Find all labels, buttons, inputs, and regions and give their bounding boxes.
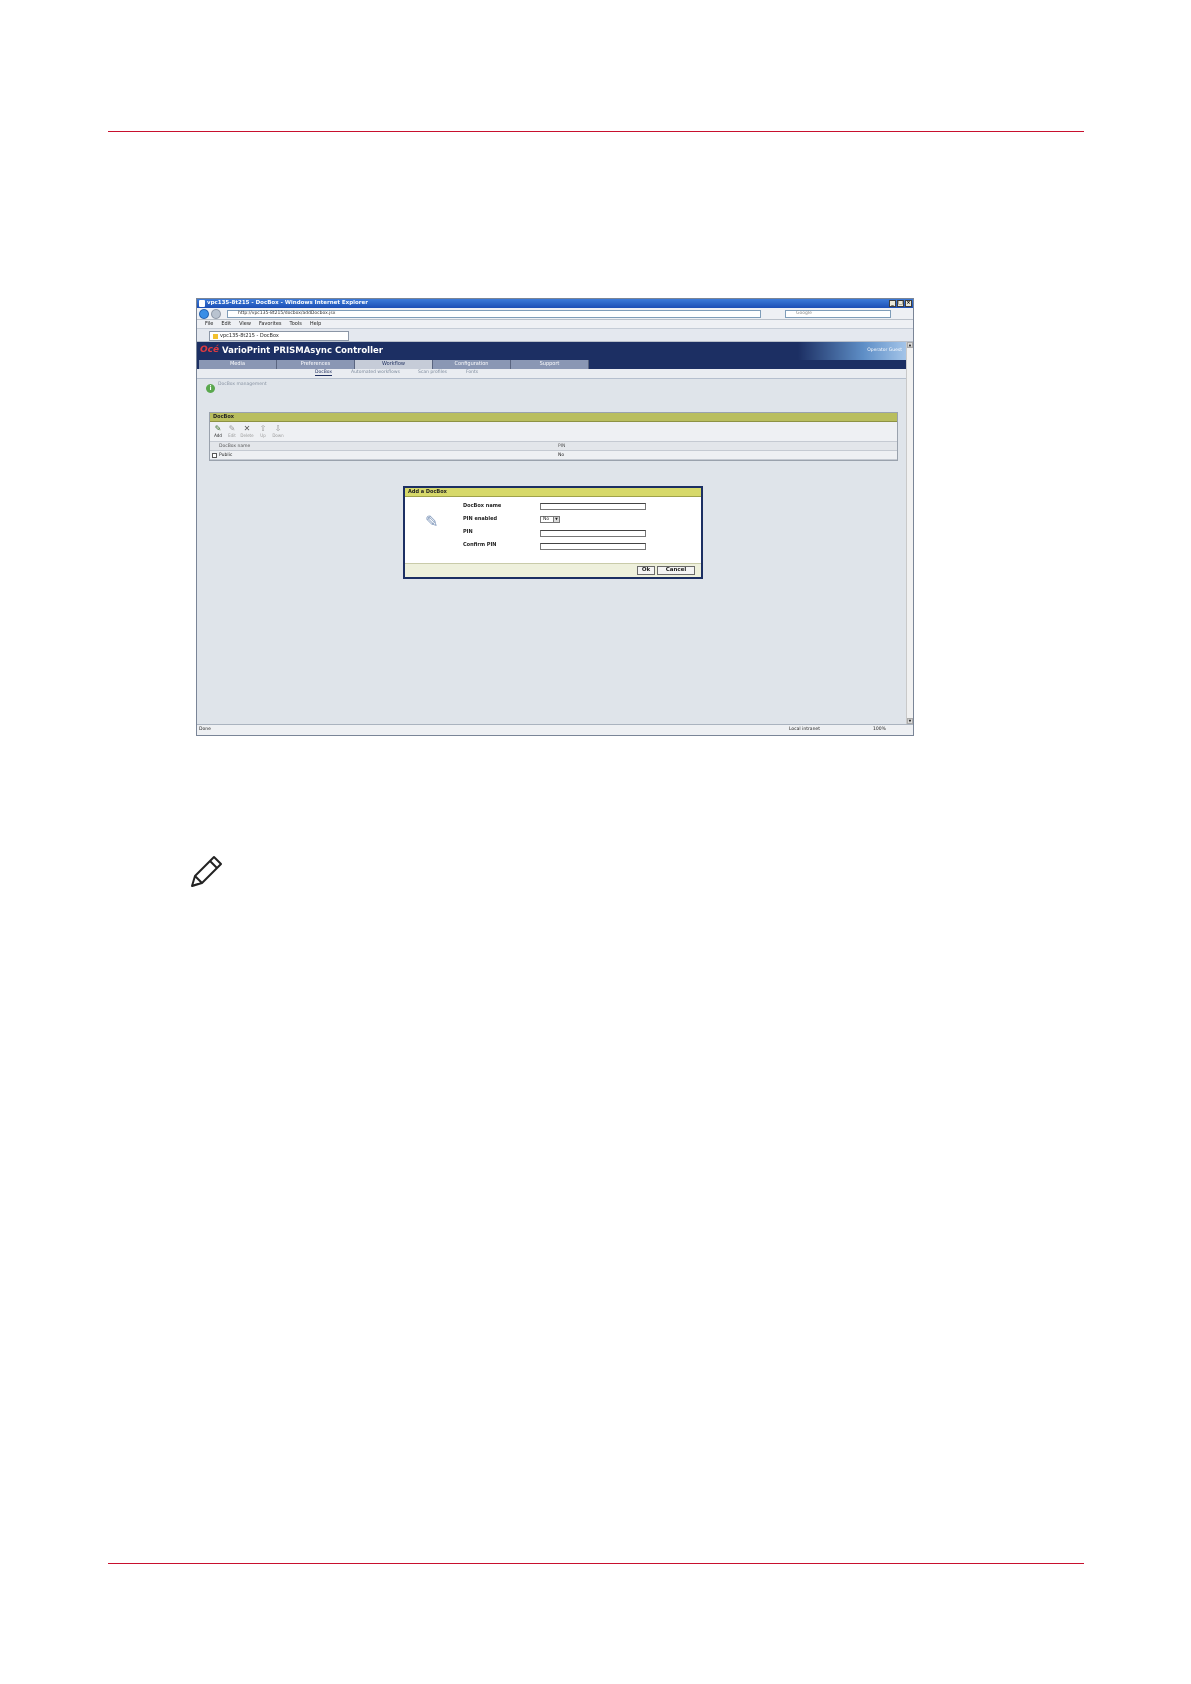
- note-pencil-icon: [191, 856, 222, 887]
- forward-button[interactable]: [211, 309, 221, 319]
- row-pin: No: [558, 453, 565, 458]
- zoom-level[interactable]: 100%: [873, 725, 886, 735]
- browser-screenshot: vpc135-8t215 - DocBox - Windows Internet…: [196, 298, 914, 736]
- add-button[interactable]: ✎ Add: [211, 424, 225, 438]
- address-bar: http://vpc135-8t215/docbox/addDocbox.jsx…: [197, 308, 913, 320]
- delete-button[interactable]: ✕ Delete: [240, 424, 254, 438]
- main-content: i DocBox management DocBox ✎ Add ✎ Edit …: [197, 379, 908, 724]
- window-title: vpc135-8t215 - DocBox - Windows Internet…: [207, 300, 368, 306]
- panel-toolbar: ✎ Add ✎ Edit ✕ Delete ⇧ Up ⇩ Down: [210, 422, 897, 442]
- favorites-star-icon[interactable]: [213, 334, 218, 339]
- status-text: Done: [199, 727, 211, 732]
- sub-nav: DocBox Automated workflows Scan profiles…: [197, 369, 908, 379]
- search-input[interactable]: Google: [785, 310, 891, 318]
- pin-enabled-label: PIN enabled: [463, 516, 498, 522]
- cancel-button[interactable]: Cancel: [657, 566, 695, 575]
- subtab-automated-workflows[interactable]: Automated workflows: [351, 370, 400, 375]
- up-arrow-icon: ⇧: [259, 424, 267, 433]
- confirm-pin-input[interactable]: [540, 543, 646, 550]
- browser-tab-bar: vpc135-8t215 - DocBox: [197, 329, 913, 342]
- pin-label: PIN: [463, 529, 473, 535]
- edit-label: Edit: [228, 433, 236, 438]
- app-title: VarioPrint PRISMAsync Controller: [222, 346, 383, 356]
- tab-media[interactable]: Media: [199, 360, 277, 369]
- url-input[interactable]: http://vpc135-8t215/docbox/addDocbox.jsx: [227, 310, 761, 318]
- tab-workflow[interactable]: Workflow: [355, 360, 433, 369]
- panel-title: DocBox: [210, 413, 897, 422]
- table-row[interactable]: Public No: [210, 451, 897, 460]
- add-label: Add: [214, 433, 222, 438]
- close-button[interactable]: ×: [905, 300, 912, 307]
- delete-label: Delete: [240, 433, 254, 438]
- operator-label: Operator Guest: [867, 348, 902, 353]
- main-nav: Media Preferences Workflow Configuration…: [197, 360, 908, 369]
- subtab-scan-profiles[interactable]: Scan profiles: [418, 370, 447, 375]
- docbox-name-label: DocBox name: [463, 503, 502, 509]
- down-label: Down: [272, 433, 284, 438]
- subtab-docbox[interactable]: DocBox: [315, 370, 333, 376]
- down-arrow-icon: ⇩: [274, 424, 282, 433]
- delete-x-icon: ✕: [243, 424, 251, 433]
- tab-support[interactable]: Support: [511, 360, 589, 369]
- status-bar: Done Local intranet 100%: [197, 724, 913, 735]
- bottom-rule: [108, 1563, 1084, 1564]
- info-text: DocBox management: [218, 382, 267, 387]
- pin-enabled-select[interactable]: No ▼: [540, 516, 560, 523]
- subtab-fonts[interactable]: Fonts: [466, 370, 478, 375]
- column-docbox-name[interactable]: DocBox name: [219, 442, 250, 451]
- docbox-name-input[interactable]: [540, 503, 646, 510]
- ok-button[interactable]: Ok: [637, 566, 655, 575]
- info-icon: i: [206, 384, 215, 393]
- app-header: Océ VarioPrint PRISMAsync Controller Ope…: [197, 342, 908, 373]
- ie-logo-icon: [199, 300, 205, 307]
- vertical-scrollbar[interactable]: ▲ ▼: [906, 342, 913, 724]
- menu-tools[interactable]: Tools: [290, 320, 302, 328]
- scroll-up-icon[interactable]: ▲: [907, 342, 913, 348]
- docbox-panel: DocBox ✎ Add ✎ Edit ✕ Delete ⇧ Up ⇩ Down…: [209, 412, 898, 461]
- tab-configuration[interactable]: Configuration: [433, 360, 511, 369]
- menu-file[interactable]: File: [205, 320, 213, 328]
- tab-preferences[interactable]: Preferences: [277, 360, 355, 369]
- minimize-button[interactable]: _: [889, 300, 896, 307]
- confirm-pin-label: Confirm PIN: [463, 542, 497, 548]
- edit-pencil-icon: ✎: [228, 424, 236, 433]
- down-button[interactable]: ⇩ Down: [271, 424, 285, 438]
- table-header: DocBox name PIN: [210, 442, 897, 451]
- dialog-body: ✎ DocBox name PIN enabled No ▼ PIN Confi…: [405, 497, 701, 563]
- menu-help[interactable]: Help: [310, 320, 321, 328]
- edit-button[interactable]: ✎ Edit: [225, 424, 239, 438]
- pin-enabled-value: No: [543, 517, 550, 522]
- window-titlebar: vpc135-8t215 - DocBox - Windows Internet…: [197, 299, 913, 308]
- menu-bar: File Edit View Favorites Tools Help: [197, 320, 913, 329]
- add-pencil-icon: ✎: [214, 424, 222, 433]
- oce-logo: Océ: [200, 345, 220, 355]
- row-docbox-name: Public: [219, 453, 233, 458]
- row-checkbox[interactable]: [212, 453, 217, 458]
- dialog-title: Add a DocBox: [405, 488, 701, 497]
- add-docbox-dialog: Add a DocBox ✎ DocBox name PIN enabled N…: [403, 486, 703, 579]
- up-button[interactable]: ⇧ Up: [256, 424, 270, 438]
- browser-tab-title: vpc135-8t215 - DocBox: [220, 333, 279, 339]
- menu-edit[interactable]: Edit: [221, 320, 231, 328]
- pin-input[interactable]: [540, 530, 646, 537]
- dialog-footer: Ok Cancel: [405, 563, 701, 577]
- menu-view[interactable]: View: [239, 320, 251, 328]
- back-button[interactable]: [199, 309, 209, 319]
- pencil-icon: ✎: [425, 512, 439, 531]
- security-zone: Local intranet: [789, 727, 820, 732]
- column-pin[interactable]: PIN: [558, 442, 565, 451]
- up-label: Up: [260, 433, 266, 438]
- browser-tab[interactable]: vpc135-8t215 - DocBox: [209, 331, 349, 341]
- maximize-button[interactable]: □: [897, 300, 904, 307]
- top-rule: [108, 131, 1084, 132]
- chevron-down-icon[interactable]: ▼: [553, 517, 559, 522]
- menu-favorites[interactable]: Favorites: [259, 320, 282, 328]
